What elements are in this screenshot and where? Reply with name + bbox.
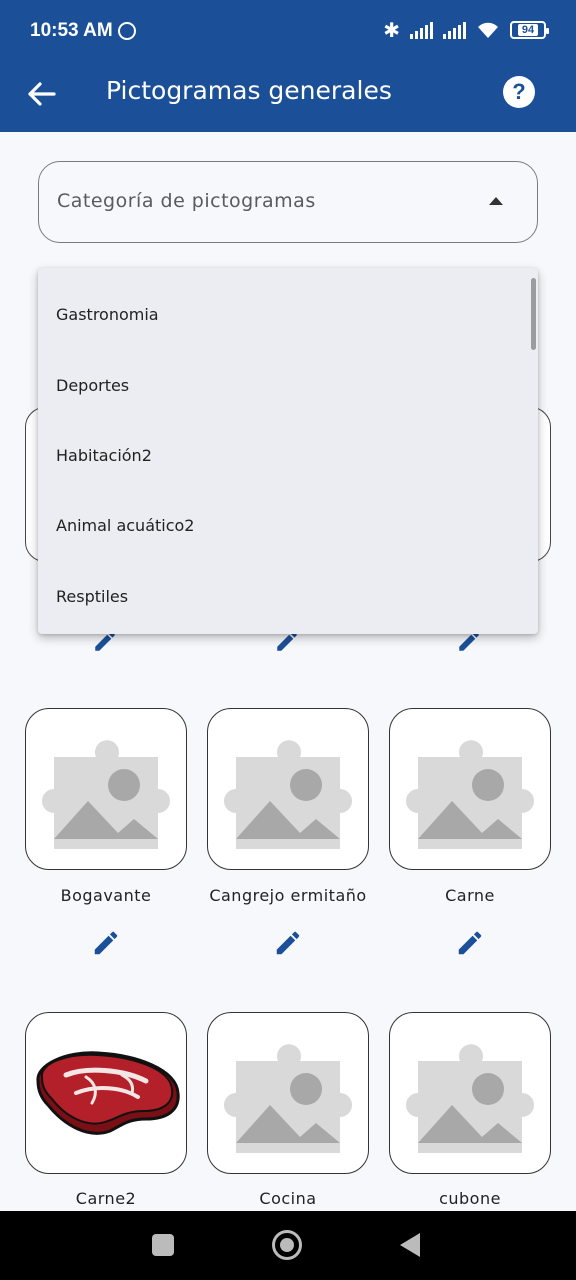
status-icons: ✱ 94 [383,18,549,42]
category-select[interactable]: Categoría de pictogramas [38,161,538,243]
steak-icon [36,1051,180,1135]
image-placeholder-icon [406,1044,534,1153]
dropdown-option[interactable]: Habitación2 [56,446,152,465]
signal-icon [443,21,466,39]
pictogram-tile[interactable] [389,1012,551,1174]
edit-icon[interactable] [455,928,485,958]
signal-icon [410,21,433,39]
wifi-icon [476,21,500,39]
pictogram-tile[interactable] [25,708,187,870]
dropdown-option[interactable]: Resptiles [56,587,128,606]
page-title: Pictogramas generales [106,76,392,105]
category-dropdown-menu: Gastronomia Deportes Habitación2 Animal … [38,268,538,634]
system-nav-bar [0,1211,576,1280]
image-placeholder-icon [224,1044,352,1153]
status-bar: 10:53 AM ✱ 94 [0,0,576,64]
edit-icon[interactable] [91,928,121,958]
caret-up-icon [489,197,503,205]
dropdown-option[interactable]: Deportes [56,376,129,395]
image-placeholder-icon [406,740,534,849]
whatsapp-icon [118,22,136,40]
back-icon[interactable] [400,1233,420,1257]
dropdown-option[interactable]: Animal acuático2 [56,516,194,535]
pictogram-label: Cangrejo ermitaño [209,886,367,905]
pictogram-tile[interactable] [207,708,369,870]
image-placeholder-icon [224,740,352,849]
pictogram-tile[interactable] [207,1012,369,1174]
battery-level: 94 [517,24,539,36]
dropdown-scrollbar[interactable] [531,278,536,350]
image-placeholder-icon [42,740,170,849]
pictogram-tile[interactable] [25,1012,187,1174]
battery-icon: 94 [510,21,549,39]
pictogram-label: Bogavante [60,886,152,905]
edit-icon[interactable] [273,928,303,958]
help-icon[interactable]: ? [503,76,535,108]
pictogram-label: Carne2 [75,1189,137,1208]
dropdown-option[interactable]: Gastronomia [56,305,159,324]
pictogram-label: Carne [445,886,495,905]
recents-icon[interactable] [152,1234,174,1256]
pictogram-tile[interactable] [389,708,551,870]
app-bar: Pictogramas generales ? [0,64,576,132]
bluetooth-icon: ✱ [383,18,400,42]
category-select-label: Categoría de pictogramas [57,190,316,212]
pictogram-label: cubone [439,1189,501,1208]
pictogram-label: Cocina [259,1189,317,1208]
arrow-back-icon[interactable] [24,76,60,112]
home-icon[interactable] [272,1230,302,1260]
status-time: 10:53 AM [30,20,113,41]
